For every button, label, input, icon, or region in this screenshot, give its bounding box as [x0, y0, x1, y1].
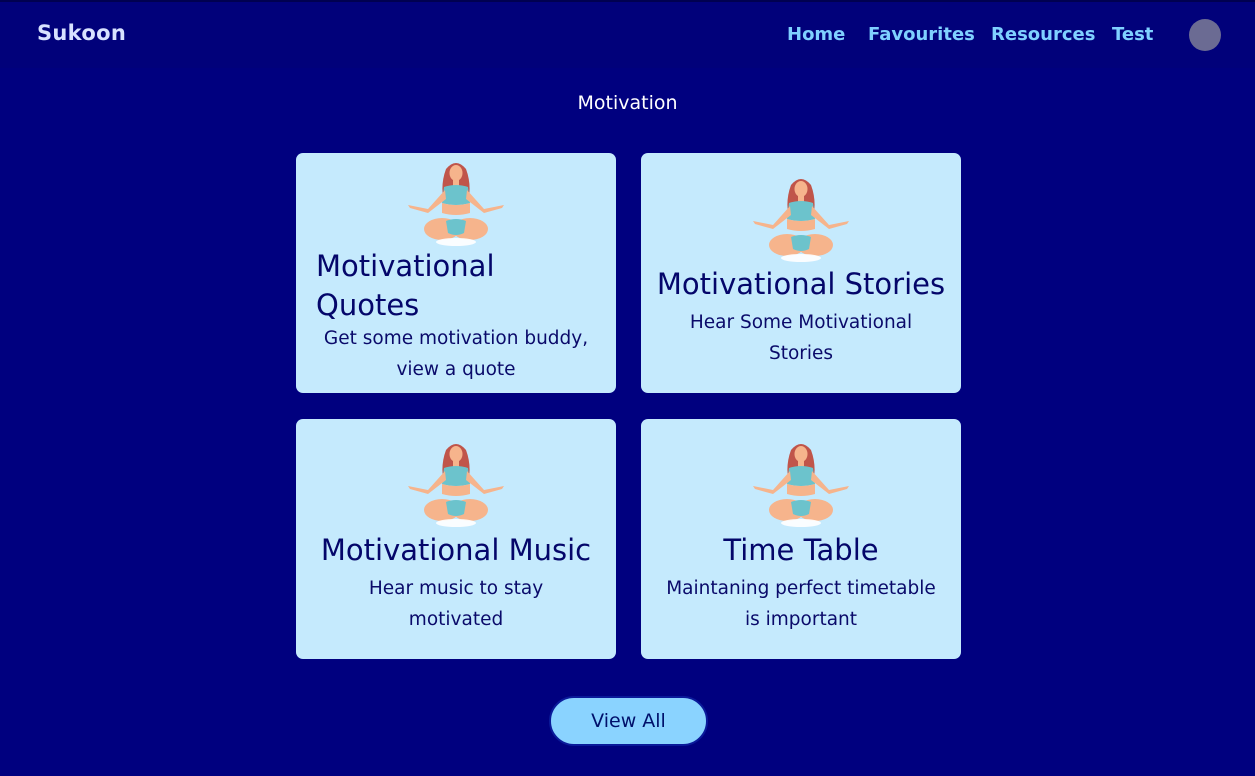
meditating-woman-icon: [406, 440, 506, 530]
card-description: Hear music to stay motivated: [368, 578, 544, 630]
meditating-woman-icon: [751, 440, 851, 530]
nav-links: Home Favourites Resources Test: [0, 24, 1255, 54]
card-motivational-music[interactable]: Motivational Music Hear music to stay mo…: [296, 419, 616, 659]
card-title: Time Table: [723, 533, 879, 567]
navbar: Sukoon Home Favourites Resources Test: [0, 0, 1255, 68]
meditating-woman-icon: [751, 175, 851, 265]
card-description: Maintaning perfect timetable is importan…: [666, 578, 936, 630]
avatar[interactable]: [1189, 19, 1221, 51]
nav-test[interactable]: Test: [1112, 24, 1153, 45]
card-motivational-stories[interactable]: Motivational Stories Hear Some Motivatio…: [641, 153, 961, 393]
nav-home[interactable]: Home: [787, 24, 845, 45]
card-motivational-quotes[interactable]: Motivational Quotes Get some motivation …: [296, 153, 616, 393]
view-all-button[interactable]: View All: [549, 696, 708, 746]
card-description: Get some motivation buddy, view a quote: [323, 328, 589, 380]
card-description: Hear Some Motivational Stories: [689, 312, 913, 364]
meditating-woman-icon: [406, 159, 506, 249]
nav-favourites[interactable]: Favourites: [868, 24, 975, 45]
page-title: Motivation: [577, 92, 678, 114]
nav-resources[interactable]: Resources: [991, 24, 1095, 45]
card-title: Motivational Stories: [656, 267, 946, 301]
card-time-table[interactable]: Time Table Maintaning perfect timetable …: [641, 419, 961, 659]
card-title: Motivational Quotes: [316, 249, 495, 322]
card-title: Motivational Music: [320, 533, 592, 567]
